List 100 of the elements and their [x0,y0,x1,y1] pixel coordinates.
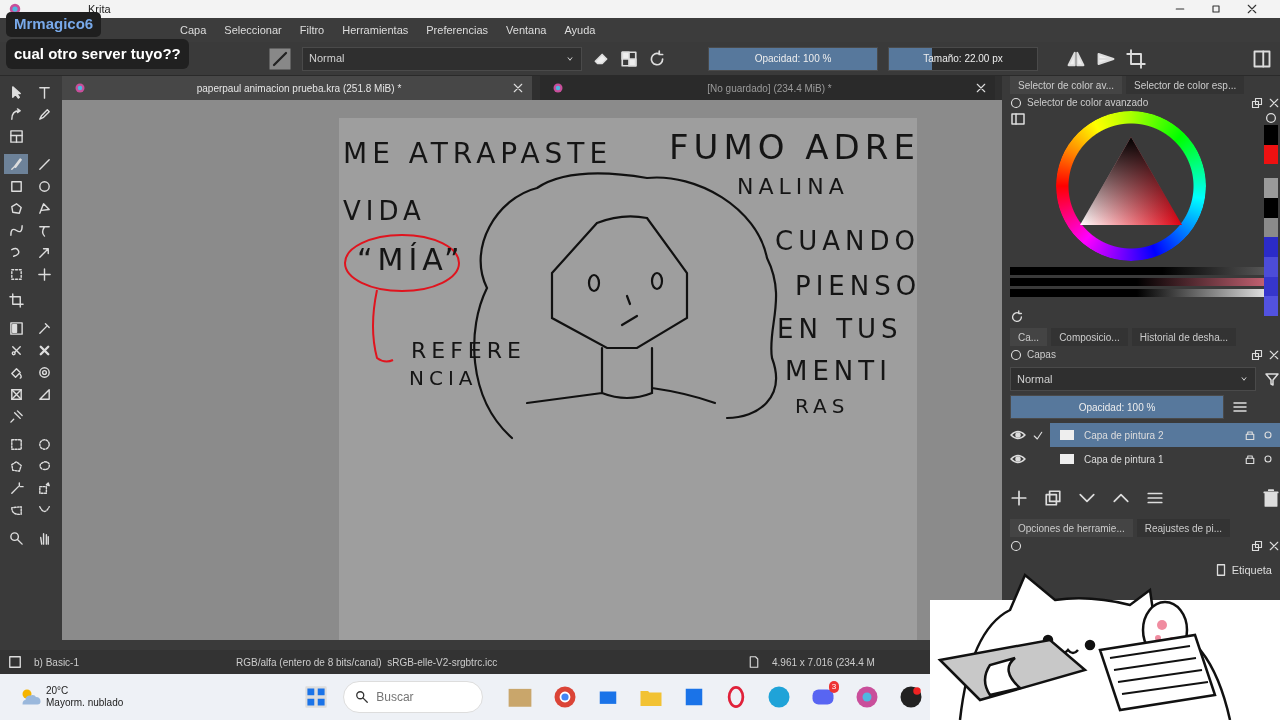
menu-item[interactable]: Filtro [299,21,325,39]
menu-item[interactable]: Ventana [506,21,547,39]
dark-app-icon[interactable] [899,685,924,709]
image-size: 4.961 x 7.016 (234.4 M [772,655,875,670]
docker-icon [1010,539,1022,552]
handwritten-text: NALINA [737,176,849,198]
panel-tab[interactable]: Selector de color esp... [1126,76,1245,94]
float-icon[interactable] [1251,96,1263,109]
gradient-icon [8,320,24,336]
panel-tab[interactable]: Composicio... [1051,328,1128,346]
maximize-icon[interactable] [1210,3,1222,15]
opacity-slider[interactable]: Opacidad: 100 % [1010,395,1224,419]
document-icon [748,656,760,668]
brush-preset-icon[interactable] [8,655,22,669]
pattern-icon [36,364,52,380]
handwritten-text: EN TUS [777,316,903,342]
filter-icon[interactable] [1264,371,1280,387]
float-icon[interactable] [1251,539,1263,552]
close-icon[interactable] [1268,348,1280,361]
panel-tab[interactable]: Opciones de herramie... [1010,519,1133,537]
polyline-icon [36,200,52,216]
trash-icon[interactable] [1262,489,1280,507]
color-swatch[interactable] [1264,296,1278,317]
magic-wand-icon [8,480,24,496]
add-icon[interactable] [1010,489,1028,507]
zoom-icon [8,530,24,546]
color-sliders-drawing[interactable] [1010,267,1264,300]
chat-message: cual otro server tuyo?? [6,38,189,69]
menu-item[interactable]: Ayuda [564,21,596,39]
ellipse-icon [36,178,52,194]
color-swatch[interactable] [1264,125,1278,145]
handwritten-text: ME ATRAPASTE [343,140,613,168]
handwritten-text: PIENSO [795,273,917,299]
color-swatch[interactable] [1264,198,1278,218]
duplicate-icon[interactable] [1044,489,1062,507]
layer-row[interactable]: Capa de pintura 1 [1050,447,1280,471]
crop-icon[interactable] [1126,48,1146,69]
color-swatch[interactable] [1264,237,1278,258]
menu-icon[interactable] [1232,399,1248,415]
menu-item[interactable]: Preferencias [426,21,489,39]
refresh-icon[interactable] [648,49,666,68]
opacity-slider[interactable]: Opacidad: 100 % [708,46,878,71]
handwritten-text: FUMO ADRE [669,130,917,164]
lock-icon[interactable] [1244,453,1256,465]
temperature: 20°C [46,685,70,697]
panel-tab[interactable]: Historial de desha... [1131,328,1237,346]
polygon-select-icon [8,458,24,474]
document-tab[interactable]: paperpaul animacion prueba.kra (251.8 MiB) * [62,76,532,100]
pen-icon [36,106,52,122]
close-icon[interactable] [1246,3,1258,15]
reset-icon[interactable] [1010,310,1024,325]
blend-mode-dropdown[interactable]: Normal [302,46,582,71]
menu-item[interactable]: Herramientas [342,21,409,39]
panel-tab[interactable]: Selector de color av... [1010,76,1122,94]
transform-icon [8,266,24,282]
panel-tab[interactable]: Ca... [1010,328,1048,346]
color-swatch[interactable] [1264,178,1278,198]
panel-tab[interactable]: Reajustes de pi... [1136,519,1230,537]
document-tab[interactable]: [No guardado] (234.4 MiB) * [540,76,995,100]
close-icon[interactable] [1268,539,1280,552]
bezier-curve-icon [8,222,24,238]
move-icon [36,266,52,282]
check-icon [1032,429,1044,442]
notification-badge: 3 [828,681,840,693]
browser-icon[interactable] [553,685,578,709]
weather-text: Mayorm. nublado [46,697,124,709]
krita-app-icon[interactable] [855,685,880,709]
tag-label[interactable]: Etiqueta [1231,562,1272,579]
pin-icon [8,408,24,424]
brush-name: b) Basic-1 [34,655,80,670]
menu-item[interactable]: Seleccionar [224,21,282,39]
checker-icon[interactable] [620,49,638,68]
color-swatch[interactable] [1264,257,1278,277]
alpha-icon[interactable] [1262,453,1274,465]
handwritten-text: NCIA [409,368,478,388]
handwritten-text: VIDA [343,198,426,224]
blend-mode-dropdown[interactable]: Normal [1010,367,1256,391]
rectangle-icon [8,178,24,194]
search-field[interactable]: Buscar [343,681,484,713]
line-icon [36,156,52,172]
assistant-icon [8,386,24,402]
start-icon[interactable] [305,686,328,708]
size-slider[interactable]: Tamaño: 22.00 px [888,46,1038,71]
brush-icon [8,156,24,172]
curved-arrow-icon [8,106,24,122]
caret-icon [1239,374,1249,384]
color-swatch[interactable] [1264,276,1278,297]
close-icon[interactable] [1268,96,1280,109]
krita-logo-icon [552,82,564,94]
float-icon[interactable] [1251,348,1263,361]
text-tool-icon [36,84,52,100]
color-swatch[interactable] [1264,217,1278,238]
brush-preset-icon[interactable] [268,46,292,71]
menu-item[interactable]: Capa [180,21,207,39]
panel-icon[interactable] [1252,48,1272,69]
docker-title: Capas [1027,348,1057,362]
search-icon [355,690,370,704]
color-swatch[interactable] [1264,144,1278,165]
krita-logo-icon [74,82,86,94]
eyedropper-icon [36,320,52,336]
